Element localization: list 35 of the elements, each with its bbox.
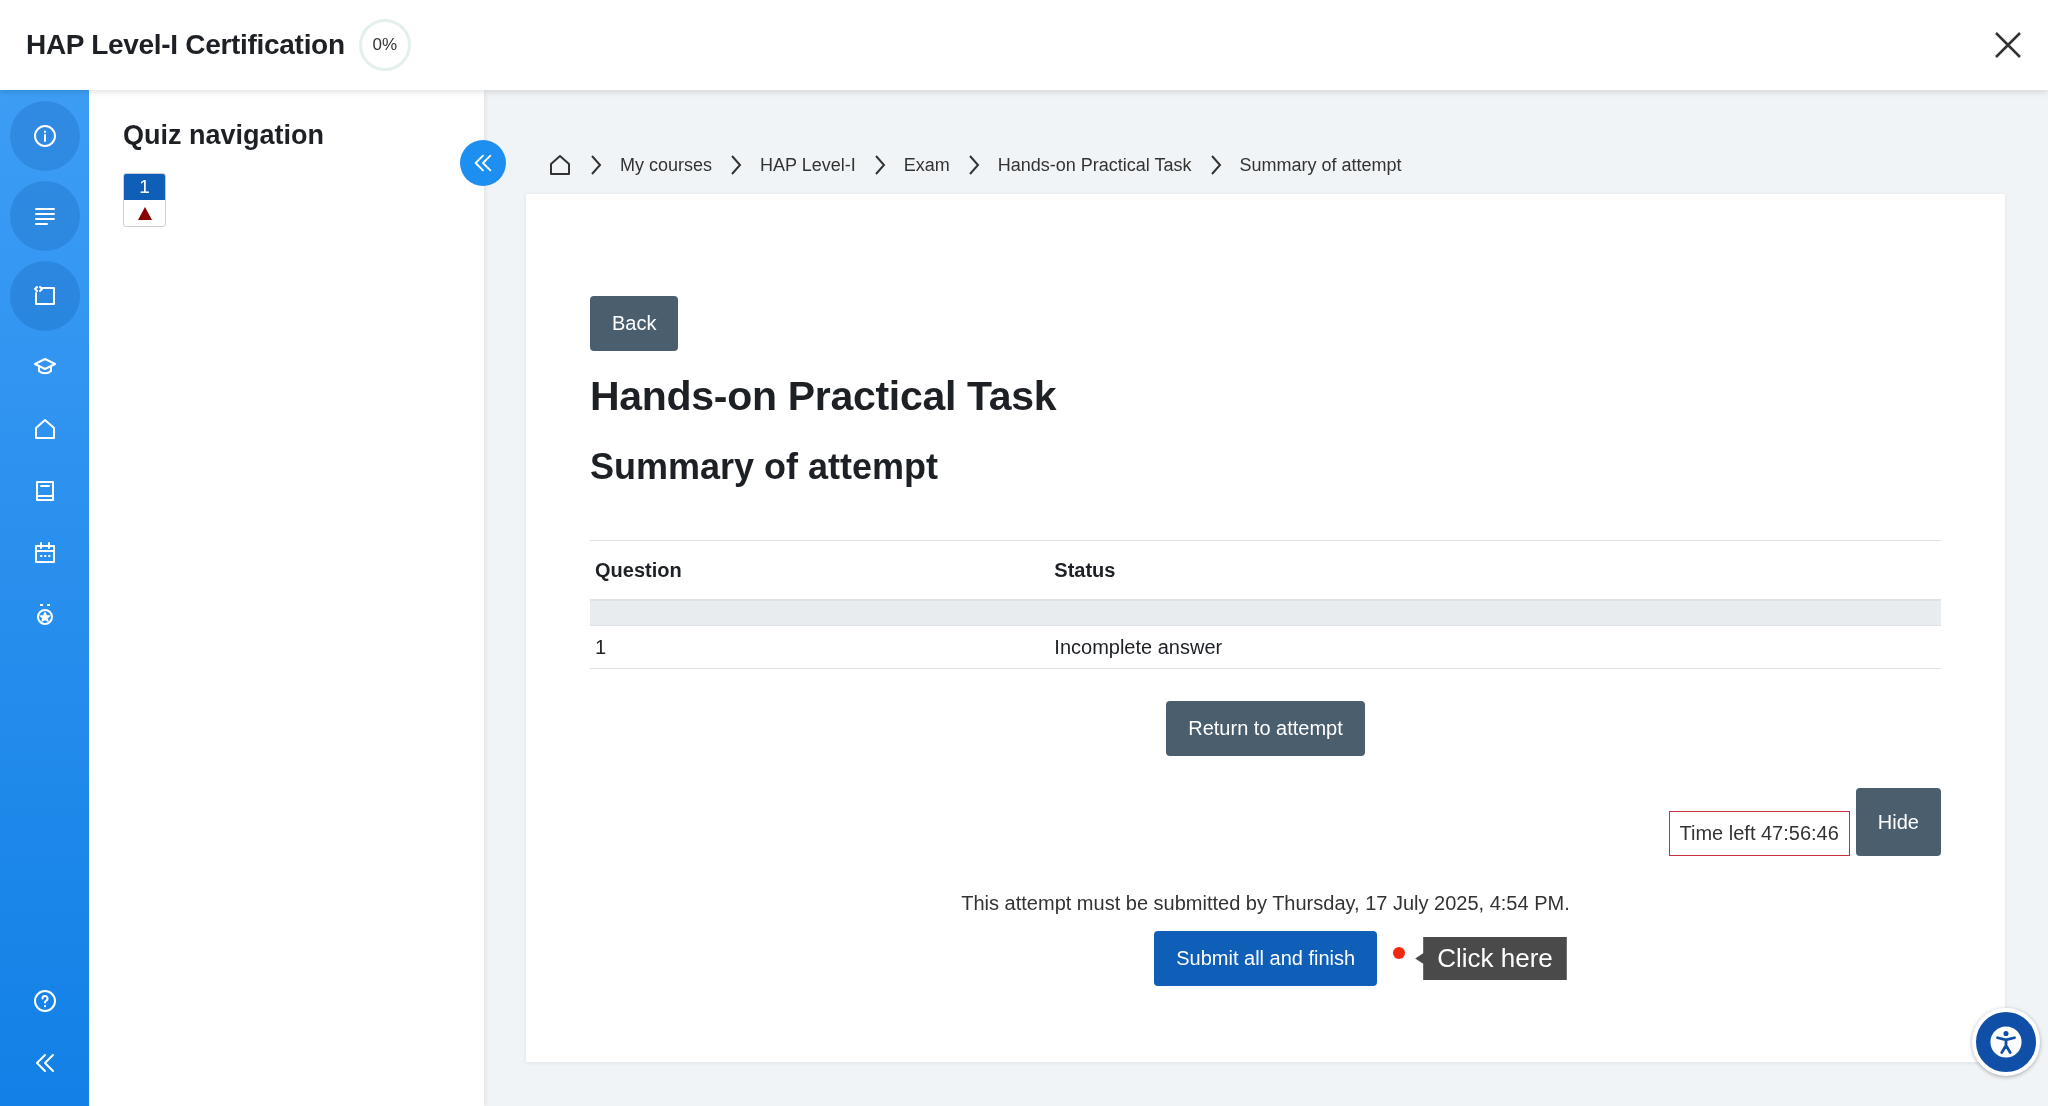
table-cell: Incomplete answer [1049,625,1941,669]
close-icon[interactable] [1994,31,2022,59]
breadcrumb-link[interactable]: My courses [620,154,713,176]
chevron-right-icon [967,154,980,176]
breadcrumb-link[interactable]: HAP Level-I [760,154,856,176]
progress-circle: 0% [358,19,411,71]
time-left-timer: Time left 47:56:46 [1668,811,1850,856]
help-icon[interactable] [32,989,57,1013]
chevron-right-icon [1209,154,1222,176]
page-title: Hands-on Practical Task [590,373,1058,420]
home-icon[interactable] [548,153,572,177]
chevron-right-icon [730,154,743,176]
window-icon[interactable] [32,284,57,308]
chevron-right-icon [873,154,886,176]
section-title: Summary of attempt [590,446,940,488]
hotspot-dot [1393,947,1406,959]
breadcrumb-link[interactable]: Hands-on Practical Task [997,154,1192,176]
collapse-panel-button[interactable] [460,140,506,186]
return-to-attempt-button[interactable]: Return to attempt [1166,701,1365,756]
submit-button[interactable]: Submit all and finish [1154,931,1378,986]
calendar-icon[interactable] [32,541,57,565]
double-chevron-left-icon [472,152,494,174]
chevron-right-icon [590,154,602,176]
tooltip: Click here [1415,937,1567,980]
hide-button[interactable]: Hide [1855,788,1941,856]
back-button[interactable]: Back [590,296,679,351]
question-button[interactable]: 1 [123,173,166,227]
course-title: HAP Level-I Certification [26,29,345,61]
info-icon[interactable] [32,124,57,148]
breadcrumb-link[interactable]: Summary of attempt [1239,154,1402,176]
panel-title: Quiz navigation [123,120,325,151]
deadline-text: This attempt must be submitted by Thursday, 17 July 2025, 4:54 PM. [960,892,1571,915]
table-cell: 1 [590,625,1050,669]
accessibility-icon [1989,1025,2023,1059]
breadcrumb-link[interactable]: Exam [903,154,950,176]
